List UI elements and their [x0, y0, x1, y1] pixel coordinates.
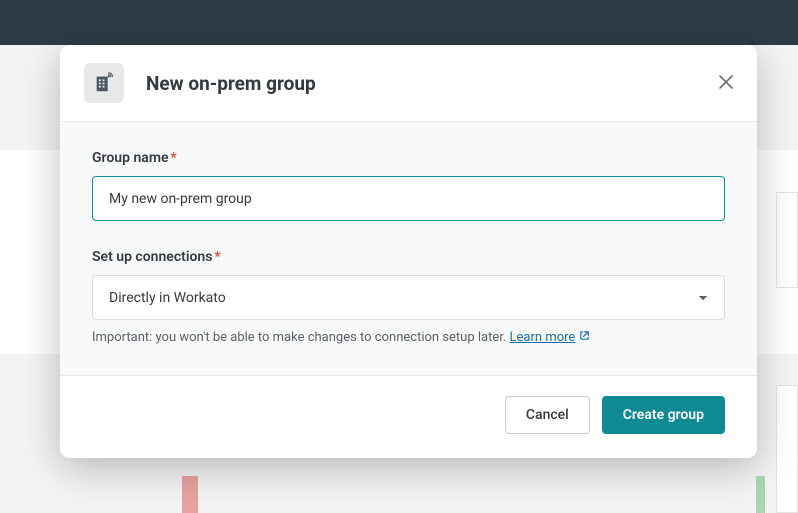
- modal-header: New on-prem group: [60, 45, 757, 122]
- new-onprem-group-modal: New on-prem group Group name* Set up con…: [60, 45, 757, 458]
- group-name-input[interactable]: [92, 176, 725, 221]
- setup-connections-select[interactable]: Directly in Workato: [92, 275, 725, 320]
- onprem-building-icon: [84, 63, 124, 103]
- modal-title: New on-prem group: [146, 72, 316, 95]
- create-group-button[interactable]: Create group: [602, 396, 725, 434]
- setup-connections-label: Set up connections*: [92, 249, 725, 265]
- helper-text: Important: you won't be able to make cha…: [92, 329, 725, 347]
- label-text: Set up connections: [92, 249, 212, 265]
- close-icon: [719, 75, 733, 92]
- setup-connections-field-group: Set up connections* Directly in Workato …: [92, 249, 725, 347]
- close-button[interactable]: [717, 74, 735, 92]
- helper-prefix: Important: you won't be able to make cha…: [92, 330, 510, 345]
- label-text: Group name: [92, 150, 169, 166]
- required-asterisk: *: [214, 249, 220, 265]
- learn-more-link[interactable]: Learn more: [510, 329, 591, 347]
- background-pillar: [182, 476, 198, 513]
- group-name-field-group: Group name*: [92, 150, 725, 221]
- modal-body: Group name* Set up connections* Directly…: [60, 122, 757, 375]
- external-link-icon: [579, 329, 590, 347]
- cancel-button[interactable]: Cancel: [505, 396, 590, 434]
- caret-down-icon: [698, 295, 708, 301]
- background-card: [776, 192, 798, 288]
- required-asterisk: *: [171, 150, 177, 166]
- background-pillar: [756, 476, 765, 513]
- modal-footer: Cancel Create group: [60, 375, 757, 458]
- link-text: Learn more: [510, 329, 576, 347]
- background-card: [776, 385, 798, 513]
- group-name-label: Group name*: [92, 150, 725, 166]
- select-value: Directly in Workato: [109, 290, 226, 306]
